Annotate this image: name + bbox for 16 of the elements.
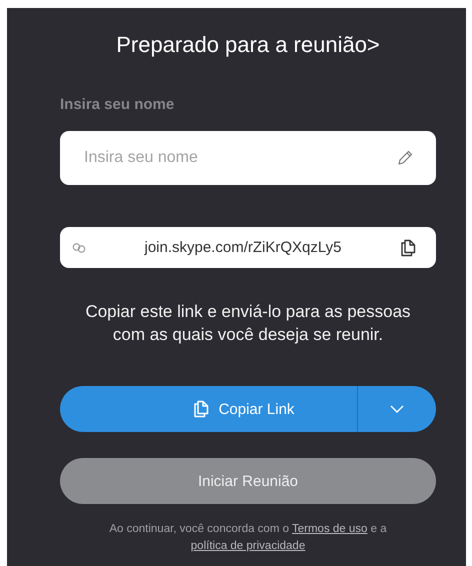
link-field[interactable]: join.skype.com/rZiKrQXqzLy5 <box>60 227 436 268</box>
instruction-text: Copiar este link e enviá-lo para as pessoas com as quais você deseja se reunir. <box>84 301 412 346</box>
field-label: Insira seu nome <box>60 95 176 115</box>
link-icon <box>72 242 86 252</box>
consent-text: Ao continuar, você concorda com o <box>109 523 289 535</box>
dropdown-button[interactable] <box>358 386 436 432</box>
terms-link[interactable]: Termos de uso <box>292 523 368 535</box>
pencil-icon <box>396 149 414 167</box>
dialog-title: Preparado para a reunião> <box>115 31 381 59</box>
meeting-link: join.skype.com/rZiKrQXqzLy5 <box>143 239 342 256</box>
chevron-down-icon <box>390 405 404 413</box>
copy-icon <box>192 400 209 418</box>
copy-icon[interactable] <box>400 238 416 256</box>
consent-text: e a <box>370 523 387 535</box>
name-field[interactable]: Insira seu nome <box>60 131 436 185</box>
privacy-link[interactable]: política de privacidade <box>190 540 306 552</box>
